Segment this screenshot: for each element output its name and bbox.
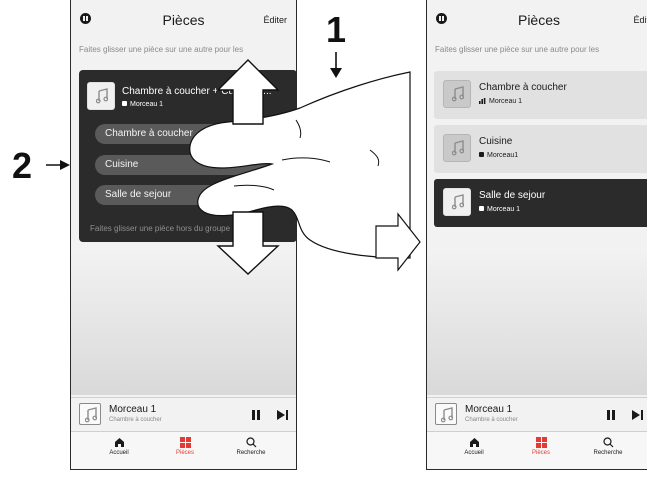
room-name: Chambre à coucher [479, 82, 567, 93]
mini-player[interactable]: Morceau 1 Chambre à coucher [71, 397, 296, 430]
room-thumbnail [443, 134, 471, 162]
search-icon [602, 437, 613, 448]
mini-player-track: Morceau 1 [109, 404, 157, 415]
group-track: Morceau 1 [122, 101, 163, 108]
playing-indicator-icon [122, 101, 127, 106]
room-pill-bedroom[interactable]: Chambre à coucher [95, 124, 277, 144]
tab-label: Recherche [593, 450, 623, 456]
room-thumbnail [87, 82, 115, 110]
tab-label: Recherche [236, 450, 266, 456]
mini-player-room: Chambre à coucher [465, 417, 518, 423]
room-card-living-room[interactable]: Salle de sejour Morceau 1 [434, 179, 647, 227]
pause-icon[interactable] [607, 410, 616, 420]
room-track: Morceau 1 [479, 98, 522, 105]
room-pill-kitchen[interactable]: Cuisine [95, 155, 277, 175]
next-track-icon[interactable] [632, 410, 644, 420]
room-thumbnail [443, 80, 471, 108]
tab-bar: Accueil Pièces Recherche [427, 431, 647, 470]
tab-rooms[interactable]: Pièces [155, 437, 215, 456]
callout-step-1: 1 [326, 9, 347, 50]
tab-bar: Accueil Pièces Recherche [71, 431, 296, 470]
room-name: Cuisine [479, 136, 513, 147]
room-track: Morceau 1 [479, 206, 520, 213]
header: Pièces Éditer [427, 10, 647, 32]
phone-screen-left: Pièces Éditer Faites glisser une pièce s… [70, 0, 297, 470]
mini-player-thumbnail [79, 403, 101, 425]
header: Pièces Éditer [71, 10, 296, 32]
group-title: Chambre à coucher + Cuisine +... [122, 86, 272, 97]
room-card-kitchen[interactable]: Cuisine Morceau1 [434, 125, 647, 173]
equalizer-icon [479, 98, 486, 104]
edit-button[interactable]: Éditer [633, 15, 647, 25]
tab-label: Pièces [175, 450, 194, 456]
background-fade [427, 250, 647, 395]
square-icon [479, 152, 484, 157]
drag-hint: Faites glisser une pièce sur une autre p… [79, 45, 244, 54]
transition-arrow-icon [375, 212, 421, 272]
ungroup-hint: Faites glisser une pièce hors du groupe … [90, 224, 249, 233]
room-card-bedroom[interactable]: Chambre à coucher Morceau 1 [434, 71, 647, 119]
illustration-stage: Pièces Éditer Faites glisser une pièce s… [0, 0, 647, 480]
room-thumbnail [443, 188, 471, 216]
pause-icon[interactable] [252, 410, 261, 420]
room-pill-living-room[interactable]: Salle de sejour [95, 185, 277, 205]
mini-player-room: Chambre à coucher [109, 417, 162, 423]
mini-player[interactable]: Morceau 1 Chambre à coucher [427, 397, 647, 430]
tab-home[interactable]: Accueil [89, 437, 149, 456]
rooms-icon [535, 437, 547, 448]
page-title: Pièces [162, 12, 205, 28]
tab-label: Pièces [531, 450, 550, 456]
drag-hint: Faites glisser une pièce sur une autre p… [435, 45, 600, 54]
room-name: Salle de sejour [479, 190, 546, 201]
home-indicator [147, 469, 221, 470]
square-icon [479, 206, 484, 211]
mini-player-track: Morceau 1 [465, 404, 513, 415]
tab-search[interactable]: Recherche [221, 437, 281, 456]
room-track: Morceau1 [479, 152, 518, 159]
home-icon [469, 438, 479, 447]
group-panel[interactable]: Chambre à coucher + Cuisine +... Morceau… [79, 70, 296, 242]
page-title: Pièces [517, 12, 561, 28]
tab-label: Accueil [109, 450, 129, 456]
music-note-icon [85, 407, 97, 423]
music-note-icon [452, 194, 464, 210]
tab-rooms[interactable]: Pièces [511, 437, 571, 456]
tab-home[interactable]: Accueil [444, 437, 504, 456]
edit-button[interactable]: Éditer [263, 15, 287, 25]
music-note-icon [452, 86, 464, 102]
rooms-icon [179, 437, 191, 448]
home-indicator [503, 469, 577, 470]
music-note-icon [441, 407, 453, 423]
mini-player-thumbnail [435, 403, 457, 425]
callout-2-arrowhead [60, 160, 70, 170]
search-icon [245, 437, 256, 448]
callout-1-arrowhead [330, 68, 342, 78]
next-track-icon[interactable] [277, 410, 289, 420]
tab-search[interactable]: Recherche [578, 437, 638, 456]
music-note-icon [96, 88, 108, 104]
music-note-icon [452, 140, 464, 156]
background-fade [71, 250, 296, 395]
home-icon [114, 438, 124, 447]
callout-step-2: 2 [12, 145, 33, 186]
tab-label: Accueil [464, 450, 484, 456]
phone-screen-right: Pièces Éditer Faites glisser une pièce s… [426, 0, 647, 470]
